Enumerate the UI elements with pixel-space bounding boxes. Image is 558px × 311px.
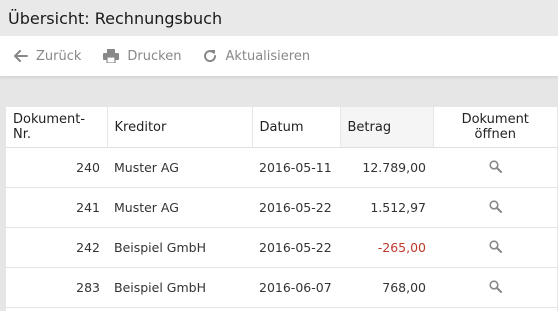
column-header-creditor[interactable]: Kreditor: [107, 107, 253, 148]
open-document-cell: [433, 147, 557, 188]
amount-cell: 768,00: [340, 267, 433, 308]
refresh-label: Aktualisieren: [225, 48, 311, 64]
table-row[interactable]: 241 Muster AG 2016-05-22 1.512,97: [6, 187, 557, 228]
title-bar: Übersicht: Rechnungsbuch: [0, 0, 558, 36]
column-header-amount[interactable]: Betrag: [340, 107, 434, 148]
amount-cell: 12.789,00: [340, 147, 433, 188]
refresh-button[interactable]: Aktualisieren: [203, 49, 310, 64]
doc-nr-cell: 283: [6, 267, 107, 308]
doc-nr-cell: 242: [6, 227, 107, 268]
search-icon[interactable]: [488, 160, 502, 176]
search-icon[interactable]: [488, 240, 502, 256]
table-header-row: Dokument-Nr. Kreditor Datum Betrag Dokum…: [6, 107, 557, 148]
table-row[interactable]: 283 Beispiel GmbH 2016-06-07 768,00: [6, 267, 557, 308]
toolbar: Zurück Drucken Aktualisieren: [0, 36, 558, 77]
amount-cell: 1.512,97: [340, 187, 433, 228]
printer-icon: [103, 49, 120, 63]
table-row[interactable]: 242 Beispiel GmbH 2016-05-22 -265,00: [6, 227, 557, 268]
creditor-cell: Muster AG: [107, 147, 252, 188]
open-document-cell: [433, 227, 557, 268]
date-cell: 2016-05-11: [252, 147, 340, 188]
back-label: Zurück: [36, 48, 82, 64]
search-icon[interactable]: [488, 280, 502, 296]
print-button[interactable]: Drucken: [103, 49, 181, 64]
doc-nr-cell: 240: [6, 147, 107, 188]
table-row[interactable]: 240 Muster AG 2016-05-11 12.789,00: [6, 147, 557, 188]
open-document-cell: [433, 267, 557, 308]
date-cell: 2016-05-22: [252, 187, 340, 228]
search-icon[interactable]: [488, 200, 502, 216]
column-header-doc-nr[interactable]: Dokument-Nr.: [6, 107, 108, 148]
amount-cell: -265,00: [340, 227, 433, 268]
doc-nr-cell: 241: [6, 187, 107, 228]
refresh-icon: [204, 50, 217, 63]
invoice-table: Dokument-Nr. Kreditor Datum Betrag Dokum…: [6, 107, 557, 308]
creditor-cell: Beispiel GmbH: [107, 227, 252, 268]
back-button[interactable]: Zurück: [14, 49, 81, 64]
date-cell: 2016-06-07: [252, 267, 340, 308]
open-document-cell: [433, 187, 557, 228]
date-cell: 2016-05-22: [252, 227, 340, 268]
print-label: Drucken: [127, 48, 182, 64]
creditor-cell: Muster AG: [107, 187, 252, 228]
page-title: Übersicht: Rechnungsbuch: [8, 8, 223, 28]
column-header-open-document[interactable]: Dokument öffnen: [433, 107, 557, 148]
invoice-table-panel: Dokument-Nr. Kreditor Datum Betrag Dokum…: [6, 107, 557, 311]
creditor-cell: Beispiel GmbH: [107, 267, 252, 308]
column-header-date[interactable]: Datum: [252, 107, 341, 148]
arrow-left-icon: [14, 50, 28, 62]
